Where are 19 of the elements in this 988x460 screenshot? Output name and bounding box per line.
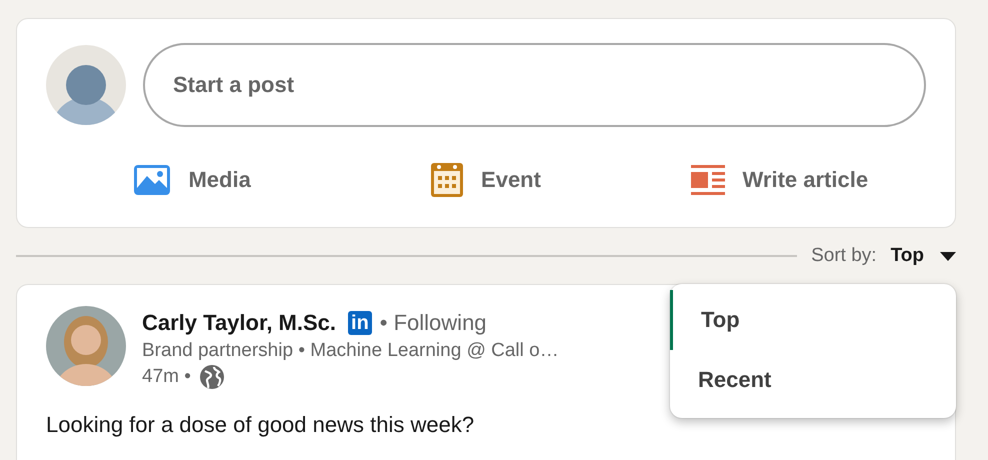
following-label: • Following (380, 310, 487, 336)
event-button[interactable]: Event (339, 159, 633, 201)
caret-icon (940, 252, 956, 260)
author-headline: Brand partnership • Machine Learning @ Call o… (142, 340, 559, 362)
premium-badge: in (348, 311, 372, 335)
article-button[interactable]: Write article (632, 159, 926, 201)
post-time: 47m • (142, 366, 191, 388)
sort-option[interactable]: Top (670, 290, 956, 350)
sort-option[interactable]: Recent (670, 350, 956, 410)
sort-dropdown[interactable]: Top (890, 245, 956, 267)
post-text: Looking for a dose of good news this week? (46, 412, 476, 438)
calendar-icon (431, 163, 464, 197)
media-button[interactable]: Media (46, 159, 340, 201)
image-icon (134, 165, 170, 195)
globe-icon (198, 364, 225, 390)
sort-label: Sort by: (811, 245, 877, 267)
start-post-field[interactable]: Start a post (143, 43, 926, 127)
author-name[interactable]: Carly Taylor, M.Sc. (142, 310, 336, 336)
article-icon (690, 165, 725, 195)
